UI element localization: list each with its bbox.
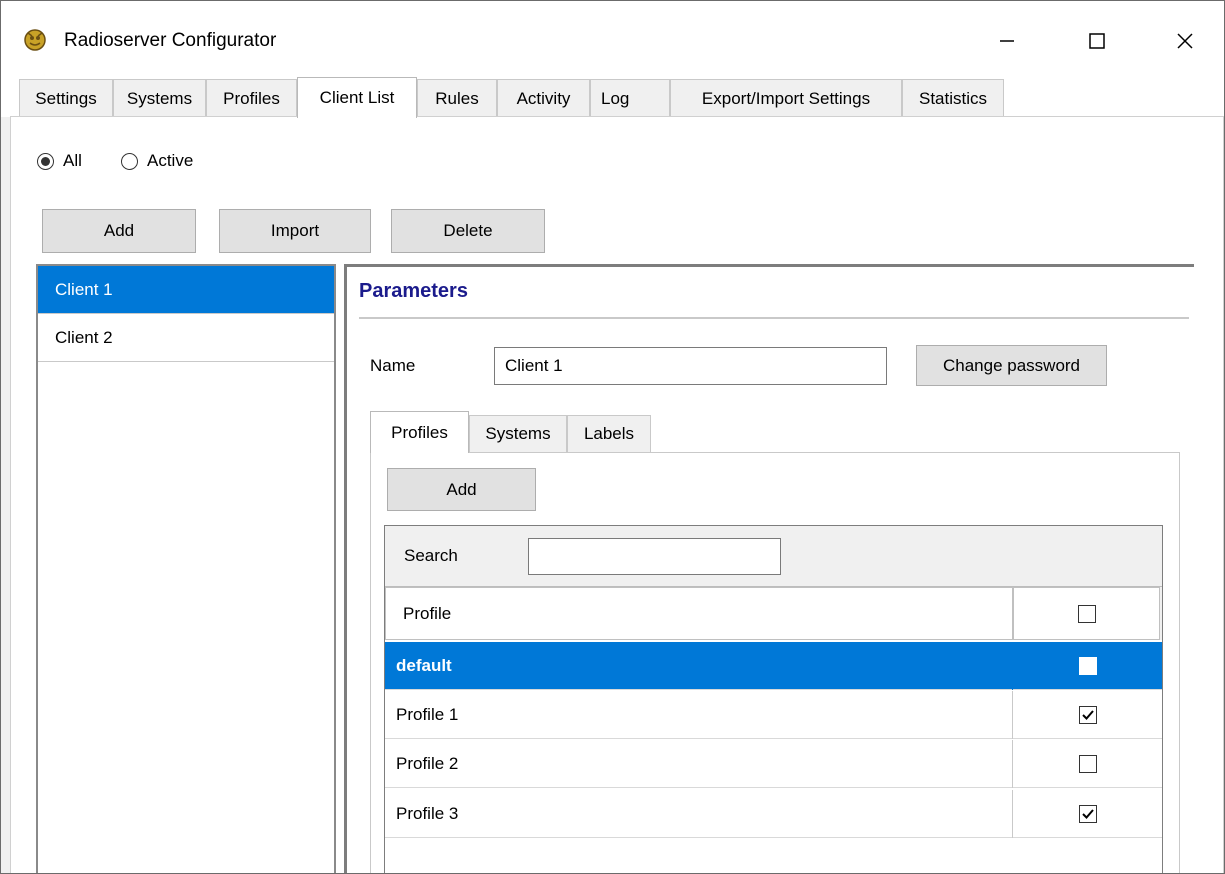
maximize-button[interactable]: [1077, 23, 1117, 59]
column-header-profile[interactable]: Profile: [385, 587, 1013, 640]
filter-all-radio[interactable]: All: [37, 151, 82, 171]
profile-checkbox[interactable]: [1078, 805, 1097, 823]
profile-checkbox[interactable]: [1078, 706, 1097, 724]
tab-log[interactable]: Log: [590, 79, 670, 117]
name-input[interactable]: Client 1: [494, 347, 887, 385]
filter-active-label: Active: [147, 151, 194, 170]
radio-unchecked-icon: [121, 152, 138, 170]
maximize-icon: [1089, 33, 1105, 49]
add-client-button[interactable]: Add: [42, 209, 196, 253]
title-bar: Radioserver Configurator: [1, 1, 1224, 79]
subtab-profiles[interactable]: Profiles: [370, 411, 469, 453]
app-logo-icon: [24, 29, 46, 51]
minimize-icon: [1000, 40, 1014, 42]
profile-name-cell: Profile 3: [385, 790, 1013, 838]
table-row[interactable]: default: [385, 642, 1162, 690]
tab-rules[interactable]: Rules: [417, 79, 497, 117]
change-password-button[interactable]: Change password: [916, 345, 1107, 386]
client-list-item[interactable]: Client 2: [38, 314, 334, 362]
window-title: Radioserver Configurator: [64, 30, 277, 51]
main-tabs: Settings Systems Profiles Client List Ru…: [1, 77, 1224, 118]
tab-systems[interactable]: Systems: [113, 79, 206, 117]
profile-check-cell: [1013, 740, 1162, 788]
search-input[interactable]: [528, 538, 781, 575]
profile-check-cell: [1013, 691, 1162, 739]
table-row[interactable]: Profile 1: [385, 691, 1162, 739]
filter-all-label: All: [63, 151, 82, 170]
import-button[interactable]: Import: [219, 209, 371, 253]
profile-name-cell: Profile 2: [385, 740, 1013, 788]
profile-name-cell: Profile 1: [385, 691, 1013, 739]
search-label: Search: [404, 546, 458, 565]
tab-settings[interactable]: Settings: [19, 79, 113, 117]
tab-export-import-settings[interactable]: Export/Import Settings: [670, 79, 902, 117]
profile-check-cell: [1013, 642, 1162, 690]
parameters-title: Parameters: [359, 280, 468, 302]
tab-activity[interactable]: Activity: [497, 79, 590, 117]
table-row[interactable]: Profile 3: [385, 790, 1162, 838]
add-profile-button[interactable]: Add: [387, 468, 536, 511]
tab-client-list[interactable]: Client List: [297, 77, 417, 118]
client-list: Client 1 Client 2: [36, 264, 336, 873]
close-icon: [1177, 33, 1193, 49]
checkmark-icon: [1081, 710, 1094, 720]
tab-profiles[interactable]: Profiles: [206, 79, 297, 117]
filter-active-radio[interactable]: Active: [121, 151, 193, 171]
subtab-labels[interactable]: Labels: [567, 415, 651, 452]
profile-checkbox[interactable]: [1078, 755, 1097, 773]
profile-name-cell: default: [385, 642, 1013, 690]
minimize-button[interactable]: [987, 23, 1027, 59]
client-list-item[interactable]: Client 1: [38, 266, 334, 314]
select-all-checkbox[interactable]: [1077, 604, 1096, 623]
parameters-divider: [359, 317, 1189, 319]
radio-checked-icon: [37, 152, 54, 170]
profile-check-cell: [1013, 790, 1162, 838]
table-row[interactable]: Profile 2: [385, 740, 1162, 788]
search-row: Search: [385, 526, 1162, 587]
checkmark-icon: [1081, 809, 1094, 819]
column-header-select-all[interactable]: [1013, 587, 1160, 640]
profiles-grid: Search Profile default Profile 1 Profile…: [384, 525, 1163, 873]
tab-statistics[interactable]: Statistics: [902, 79, 1004, 117]
subtab-systems[interactable]: Systems: [469, 415, 567, 452]
name-label: Name: [370, 356, 416, 375]
delete-button[interactable]: Delete: [391, 209, 545, 253]
close-button[interactable]: [1165, 23, 1205, 59]
app-window: Radioserver Configurator Settings System…: [0, 0, 1225, 874]
grid-header: Profile: [385, 587, 1162, 640]
profile-checkbox[interactable]: [1078, 657, 1097, 675]
